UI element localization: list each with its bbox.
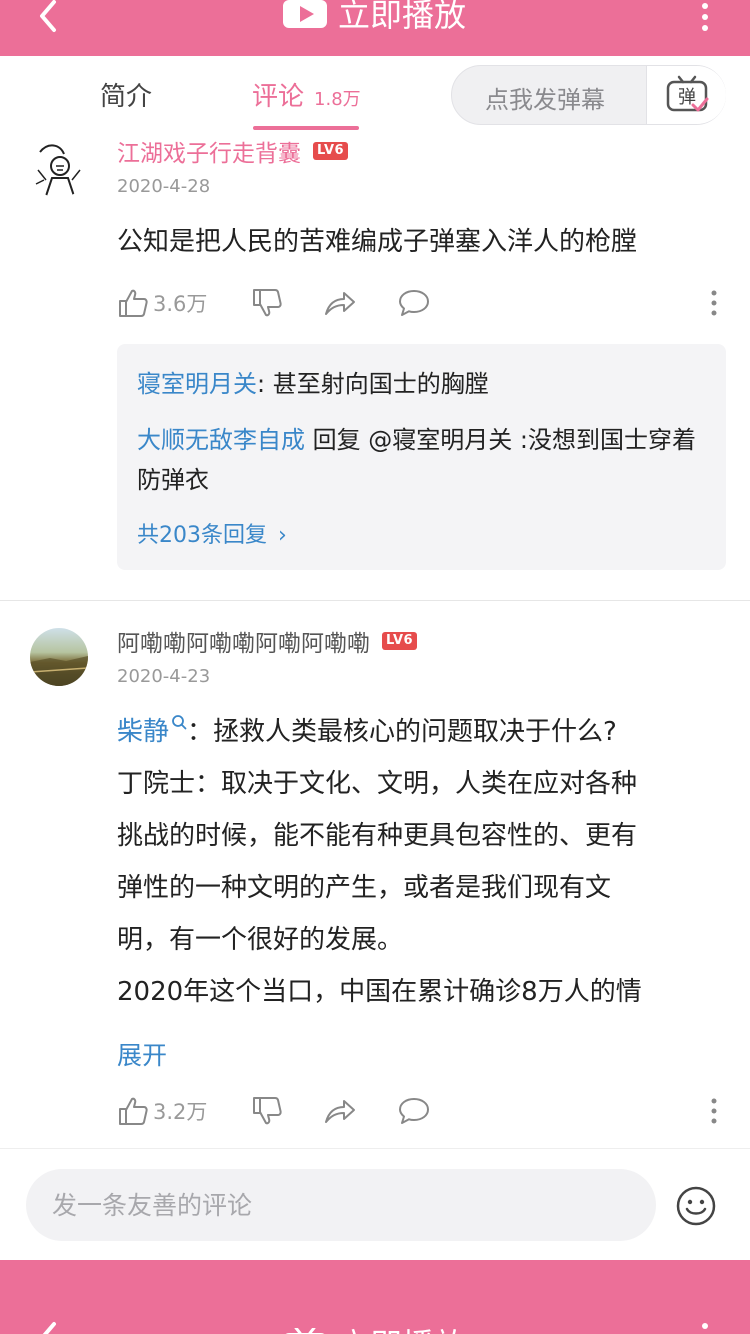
username-text: 江湖戏子行走背囊	[117, 141, 301, 167]
view-all-replies-link[interactable]: 共203条回复 ›	[137, 516, 706, 556]
chevron-right-icon: ›	[278, 523, 287, 548]
like-button[interactable]: 3.2万	[117, 1095, 207, 1127]
tab-intro[interactable]: 简介	[100, 76, 152, 113]
comment-line-text: ：拯救人类最核心的问题取决于什么?	[187, 717, 617, 747]
tab-bar: 简介 评论 1.8万 点我发弹幕 弹	[0, 56, 750, 132]
emoji-icon[interactable]	[675, 1185, 717, 1227]
danmaku-icon: 弹	[666, 75, 709, 112]
share-icon	[325, 292, 356, 315]
danmaku-button[interactable]: 弹	[646, 66, 726, 124]
more-vertical-icon[interactable]	[695, 1320, 715, 1334]
reply-text: : 甚至射向国士的胸膛	[257, 370, 489, 398]
level-badge: LV6	[382, 632, 418, 650]
share-button[interactable]	[323, 1095, 357, 1127]
mention-link[interactable]: 柴静	[117, 715, 187, 747]
comment-actions: 3.6万	[117, 286, 431, 320]
share-icon	[325, 1100, 356, 1123]
comment-text: 公知是把人民的苦难编成子弹塞入洋人的枪膛	[117, 216, 722, 268]
dislike-button[interactable]	[251, 287, 283, 319]
reply-button[interactable]	[397, 1095, 431, 1127]
play-now-button[interactable]: 立即播放	[282, 0, 467, 34]
dislike-button[interactable]	[251, 1095, 283, 1127]
tv-play-icon	[285, 1328, 325, 1334]
comment-line: 2020年这个当口，中国在累计确诊8万人的情	[117, 977, 642, 1007]
active-tab-indicator	[253, 126, 359, 130]
reply-item: 寝室明月关: 甚至射向国士的胸膛	[137, 364, 706, 404]
avatar[interactable]	[30, 628, 88, 686]
danmaku-placeholder: 点我发弹幕	[485, 86, 605, 114]
dislike-icon	[253, 289, 283, 317]
tab-comments-label: 评论	[252, 82, 305, 112]
comment-date: 2020-4-23	[117, 666, 211, 687]
danmaku-input[interactable]: 点我发弹幕 弹	[451, 65, 726, 125]
tab-comments-count: 1.8万	[314, 89, 361, 110]
dislike-icon	[253, 1097, 283, 1125]
back-arrow-icon[interactable]	[30, 0, 70, 36]
username[interactable]: 阿嘞嘞阿嘞嘞阿嘞阿嘞嘞 LV6	[117, 624, 418, 658]
play-now-label: 立即播放	[338, 0, 467, 34]
like-button[interactable]: 3.6万	[117, 287, 207, 319]
comment-text: 柴静 ：拯救人类最核心的问题取决于什么? 丁院士：取决于文化、文明，人类在应对各种…	[117, 706, 722, 1018]
more-vertical-icon[interactable]	[708, 288, 720, 318]
like-icon	[119, 1097, 148, 1125]
divider	[0, 600, 750, 601]
level-badge: LV6	[313, 142, 349, 160]
comment-line: 柴静 ：拯救人类最核心的问题取决于什么?	[117, 706, 722, 758]
reply-author[interactable]: 大顺无敌李自成	[137, 426, 305, 454]
reply-item: 大顺无敌李自成 回复 @寝室明月关 :没想到国士穿着防弹衣	[137, 420, 706, 500]
comment-input[interactable]	[26, 1169, 656, 1241]
comment-bubble-icon	[399, 1098, 430, 1124]
comment-actions: 3.2万	[117, 1094, 431, 1128]
bottom-play-bar: 立即播放	[0, 1260, 750, 1334]
comment-line: 挑战的时候，能不能有种更具包容性的、更有	[117, 821, 638, 851]
username-text: 阿嘞嘞阿嘞嘞阿嘞阿嘞嘞	[117, 631, 370, 657]
comment-composer	[0, 1148, 750, 1260]
comment-bubble-icon	[399, 290, 430, 316]
reply-button[interactable]	[397, 287, 431, 319]
avatar[interactable]	[30, 140, 88, 198]
tab-comments[interactable]: 评论 1.8万	[252, 76, 361, 113]
back-arrow-icon[interactable]	[30, 1318, 70, 1334]
tv-play-icon	[283, 0, 327, 28]
like-icon	[119, 289, 148, 317]
top-bar: 立即播放	[0, 0, 750, 56]
comment-line: 公知是把人民的苦难编成子弹塞入洋人的枪膛	[117, 227, 638, 257]
comment-line: 丁院士：取决于文化、文明，人类在应对各种	[117, 769, 638, 799]
like-count: 3.6万	[153, 292, 208, 316]
username[interactable]: 江湖戏子行走背囊 LV6	[117, 134, 349, 168]
comment-line: 弹性的一种文明的产生，或者是我们现有文	[117, 873, 612, 903]
comment-line: 明，有一个很好的发展。	[117, 925, 404, 955]
replies-total: 共203条回复	[137, 523, 267, 548]
expand-link[interactable]: 展开	[117, 1036, 167, 1072]
comment-date: 2020-4-28	[117, 176, 211, 197]
reply-preview[interactable]: 寝室明月关: 甚至射向国士的胸膛 大顺无敌李自成 回复 @寝室明月关 :没想到国…	[117, 344, 726, 570]
more-vertical-icon[interactable]	[708, 1096, 720, 1126]
more-vertical-icon[interactable]	[695, 0, 715, 34]
mention-text: 柴静	[117, 717, 170, 747]
play-now-button[interactable]: 立即播放	[282, 1320, 466, 1334]
share-button[interactable]	[323, 287, 357, 319]
search-icon	[172, 715, 187, 730]
play-now-label: 立即播放	[338, 1320, 466, 1334]
reply-author[interactable]: 寝室明月关	[137, 370, 257, 398]
like-count: 3.2万	[153, 1100, 208, 1124]
